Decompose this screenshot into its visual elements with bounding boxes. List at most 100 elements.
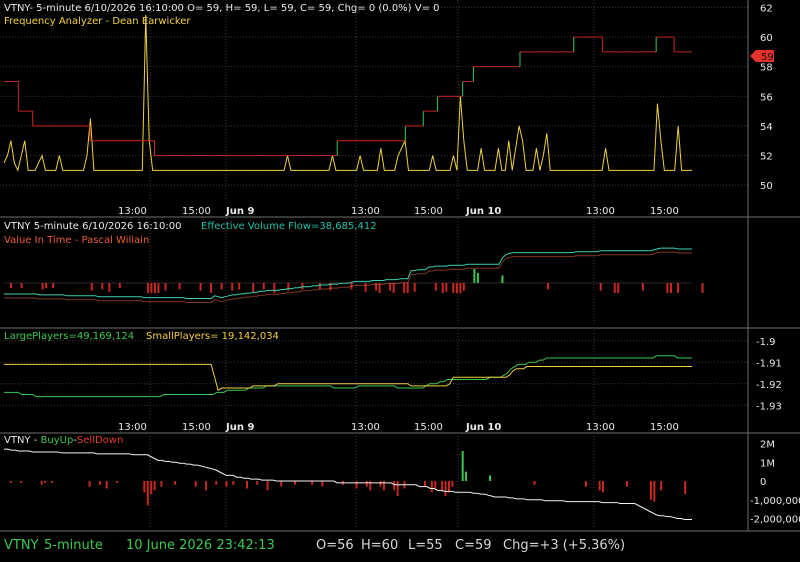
buyup-bar (461, 451, 464, 481)
volume-bar (238, 283, 241, 290)
status-close: C=59 (455, 538, 492, 553)
buyup-bar (465, 471, 468, 481)
selldown-bar (533, 481, 536, 485)
players-axis-label: -1.9 (756, 337, 776, 348)
selldown-bar (98, 481, 101, 485)
volume-bar (318, 283, 321, 290)
selldown-bar (379, 481, 382, 487)
volume-bar (150, 283, 153, 293)
price-panel-title: VTNY- 5-minute 6/10/2026 16:10:00 O= 59,… (4, 3, 440, 14)
buysell-axis-label: 0 (760, 477, 766, 488)
buyup-bar (489, 475, 492, 481)
chart-stage: VTNY- 5-minute 6/10/2026 16:10:00 O= 59,… (0, 0, 800, 562)
buysell-axis-label: -1,000,000 (750, 496, 800, 507)
selldown-bar (393, 481, 396, 491)
volume-bar (676, 283, 679, 293)
volume-bar (462, 283, 465, 291)
volume-bar (364, 283, 367, 292)
status-change: Chg=+3 (+5.36%) (503, 538, 626, 553)
time-axis-label: Jun 9 (225, 206, 254, 217)
time-axis-label: Jun 10 (465, 206, 501, 217)
volume-bar (455, 283, 458, 293)
volume-bar (262, 283, 265, 290)
selldown-bar (451, 481, 454, 487)
selldown-bar (441, 481, 444, 491)
selldown-bar (153, 481, 156, 491)
volume-bar (666, 283, 669, 293)
volume-bar (389, 283, 392, 291)
time-axis-label: Jun 10 (465, 422, 501, 433)
selldown-bar (44, 481, 47, 483)
selldown-bar (20, 481, 23, 483)
volume-bar (157, 283, 160, 293)
volume-bar (178, 283, 181, 290)
buysell-axis-label: 2M (760, 440, 775, 451)
status-open: O=56 (316, 538, 354, 553)
buysell-panel-title: VTNY - BuyUp-SellDown (4, 435, 123, 446)
volume-bar (287, 283, 290, 291)
volume-bar (52, 283, 55, 289)
selldown-bar (649, 481, 652, 500)
selldown-bar (311, 481, 314, 485)
large-players-label: LargePlayers=49,169,124 (4, 331, 134, 342)
time-axis-label: 13:00 (351, 206, 380, 217)
volume-panel-title: VTNY 5-minute 6/10/2026 16:10:00 (4, 221, 182, 232)
volume-bar (669, 283, 672, 293)
last-price-label: 59 (761, 52, 774, 63)
volume-bar (301, 283, 304, 290)
volume-bar (392, 283, 395, 293)
time-axis-label: 13:00 (586, 206, 615, 217)
volume-bar (613, 283, 616, 293)
volume-bar (220, 283, 223, 290)
selldown-bar (160, 481, 163, 487)
volume-bar (146, 283, 149, 293)
time-axis-label: 15:00 (650, 422, 679, 433)
volume-bar (641, 283, 644, 291)
volume-bar (101, 283, 104, 290)
selldown-bar (246, 481, 249, 489)
status-interval: 5-minute (44, 538, 103, 553)
players-axis-label: -1.92 (756, 380, 782, 391)
volume-bar (413, 283, 416, 292)
volume-bar (403, 283, 406, 293)
volume-bar (41, 283, 44, 290)
time-axis-label: Jun 9 (225, 422, 254, 433)
volume-bar (108, 283, 111, 292)
selldown-bar (115, 481, 118, 483)
selldown-bar (430, 481, 433, 493)
volume-bar (434, 283, 437, 291)
selldown-bar (625, 481, 628, 487)
volume-bar (617, 283, 620, 293)
time-axis-label: 15:00 (650, 206, 679, 217)
selldown-bar (215, 481, 218, 485)
volume-bar (701, 283, 704, 293)
time-axis-label: 13:00 (118, 206, 147, 217)
selldown-bar (444, 481, 447, 496)
volume-bar (452, 283, 455, 293)
selldown-bar (266, 481, 269, 491)
volume-bar (210, 283, 213, 293)
volume-bar (406, 283, 409, 293)
price-axis-label: 52 (760, 152, 773, 163)
buyup-label: BuyUp (41, 435, 74, 446)
price-axis-label: 56 (760, 92, 773, 103)
volume-bar (153, 283, 156, 293)
selldown-bar (40, 481, 43, 485)
selldown-bar (602, 481, 605, 493)
selldown-bar (584, 481, 587, 487)
selldown-bar (280, 481, 283, 487)
volume-bar (118, 283, 121, 289)
volume-bar (45, 283, 48, 289)
small-players-label: SmallPlayers= 19,142,034 (146, 331, 279, 342)
time-axis-label: 13:00 (351, 422, 380, 433)
volume-bar (501, 275, 504, 283)
volume-bar (252, 283, 255, 292)
selldown-bar (434, 481, 437, 489)
selldown-bar (447, 481, 450, 493)
volume-bar (90, 283, 93, 291)
status-bar: VTNY 5-minute 10 June 2026 23:42:13 O=56… (0, 531, 800, 562)
selldown-bar (232, 481, 235, 485)
status-high: H=60 (361, 538, 399, 553)
selldown-bar (355, 481, 358, 489)
selldown-bar (105, 481, 108, 489)
